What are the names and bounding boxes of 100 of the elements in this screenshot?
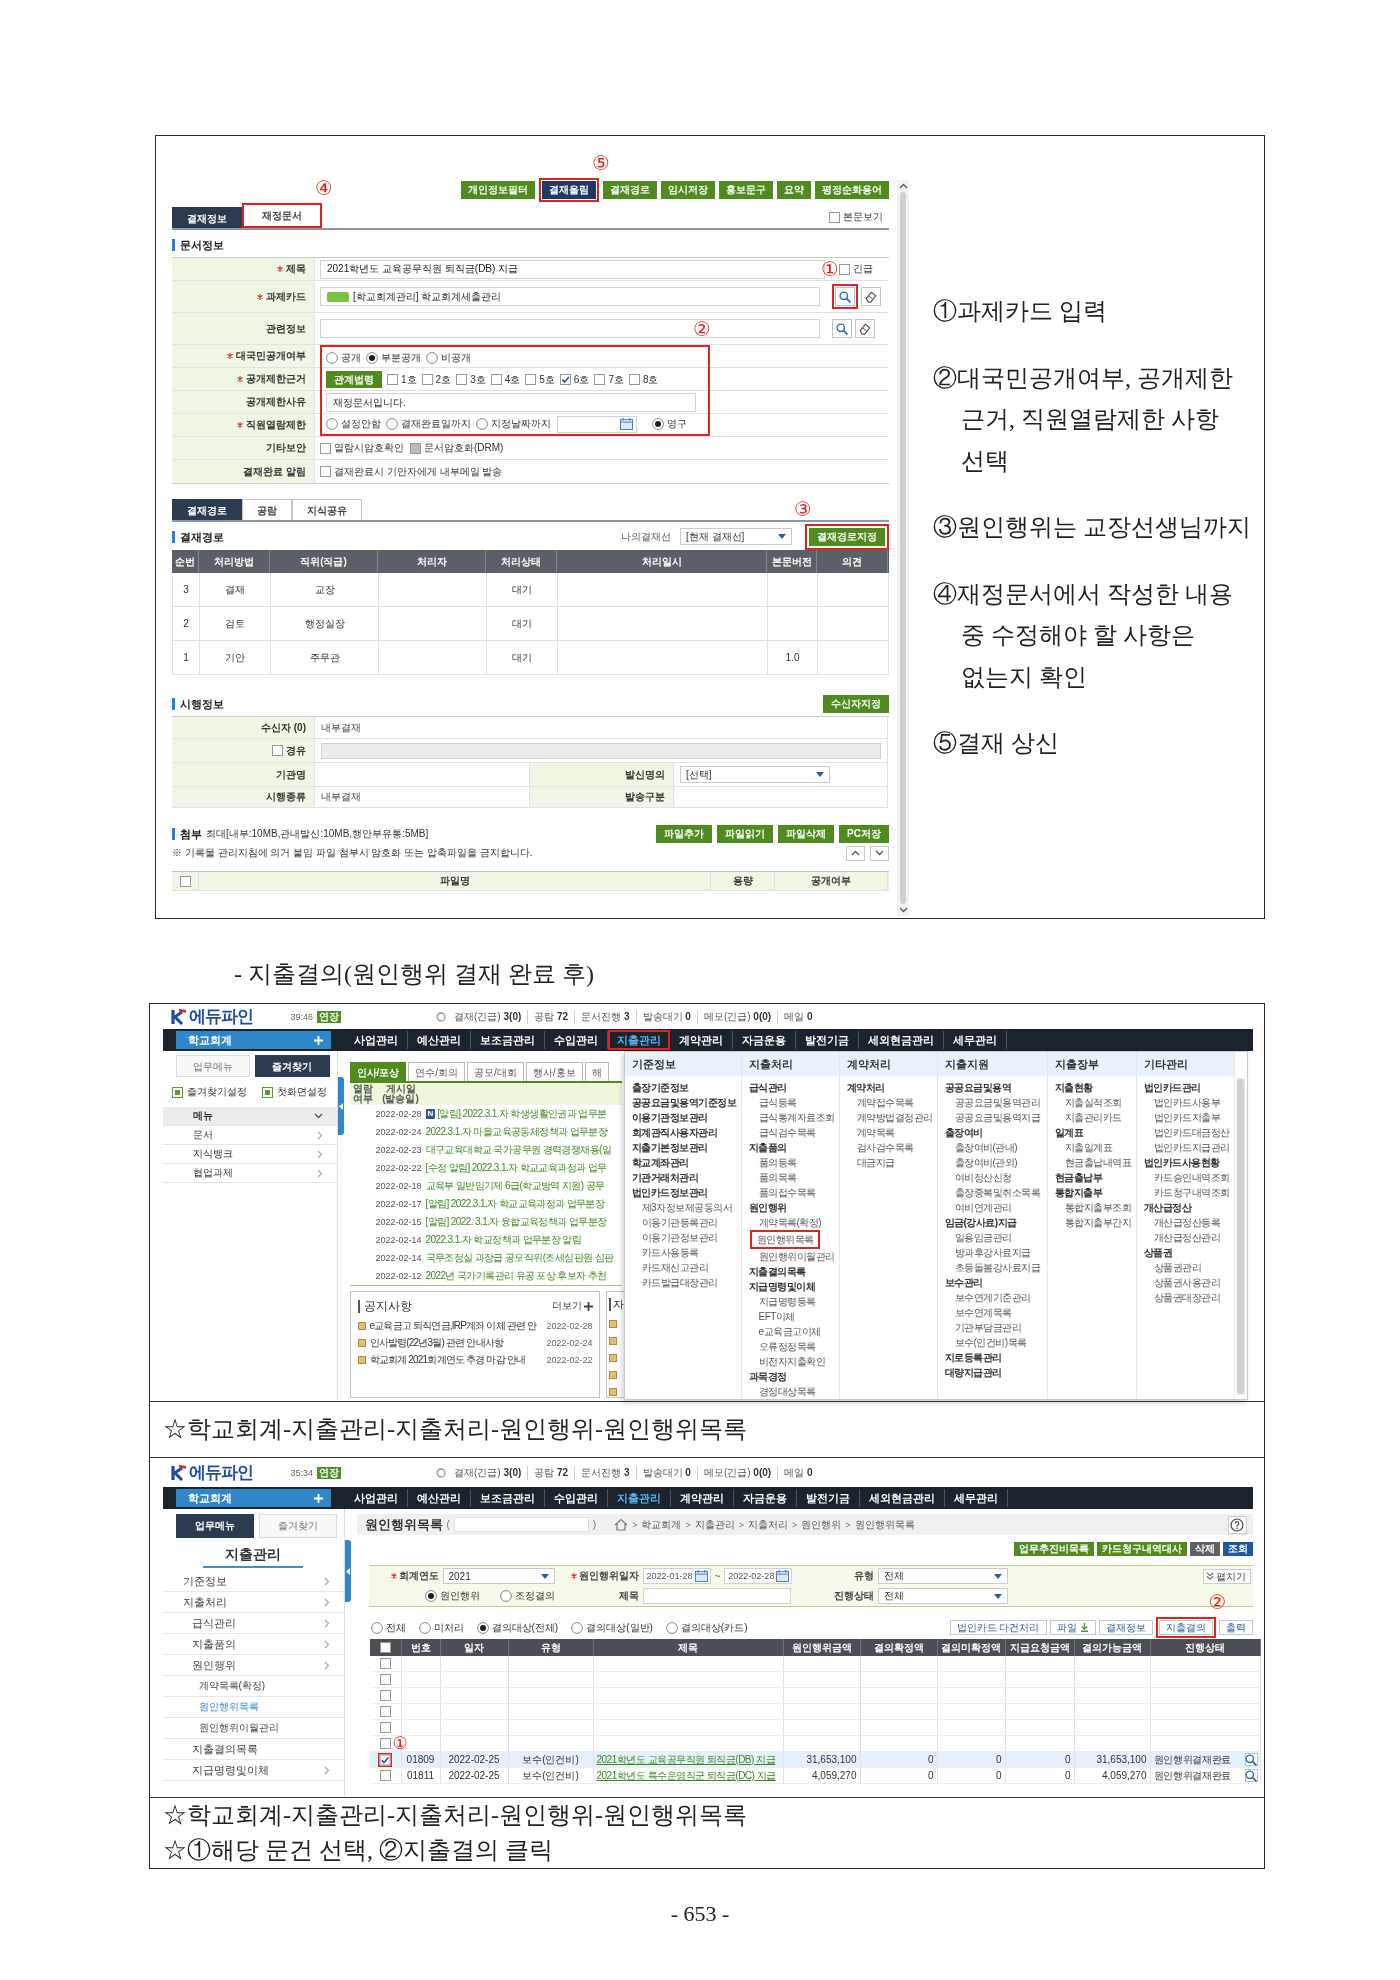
radio-button[interactable]	[476, 1621, 489, 1634]
menu-link[interactable]: 보수관리	[937, 1275, 983, 1290]
checkbox[interactable]	[559, 374, 571, 385]
checkbox[interactable]	[272, 745, 283, 756]
menu-link[interactable]: 법인카드사용부	[1136, 1095, 1220, 1110]
tab[interactable]: 공람	[242, 499, 292, 520]
radio-button[interactable]	[426, 351, 438, 364]
select-field[interactable]: 전체	[877, 1588, 1008, 1604]
nav-item[interactable]: 수입관리	[544, 1489, 608, 1507]
board-tab[interactable]: 공모/대회	[467, 1062, 524, 1081]
law-button[interactable]: 관계법령	[326, 371, 382, 388]
menu-link[interactable]: 공공요금및용역지급	[937, 1110, 1040, 1125]
action-button[interactable]: 조회	[1222, 1542, 1253, 1556]
menu-link[interactable]: 상품권	[1136, 1245, 1172, 1260]
status-item[interactable]: 메모(긴급) 0(0)	[696, 1465, 778, 1480]
menu-link[interactable]: 상품권대장관리	[1136, 1290, 1220, 1305]
menu-link[interactable]: 지출품의	[741, 1140, 787, 1155]
text-field[interactable]	[642, 1588, 791, 1604]
sidebar-tab[interactable]: 즐겨찾기	[258, 1514, 337, 1538]
recipient-button[interactable]: 수신자지정	[823, 694, 889, 713]
toolbar-button[interactable]: 결재경로	[603, 181, 657, 199]
menu-link[interactable]: 비전자지출확인	[741, 1354, 825, 1369]
radio-button[interactable]	[366, 351, 378, 364]
checkbox[interactable]	[379, 1642, 391, 1653]
menu-link[interactable]: 지출관리카드	[1047, 1110, 1122, 1125]
menu-link[interactable]: 지급명령및이체	[741, 1279, 815, 1294]
action-button[interactable]: 삭제	[1189, 1542, 1220, 1556]
lookup-field[interactable]	[320, 319, 820, 338]
more-link[interactable]: 더보기	[551, 1300, 593, 1312]
status-item[interactable]: 메모(긴급) 0(0)	[696, 1009, 778, 1024]
post-title-link[interactable]: [알림] 2022.3.1.자 학교교육과정과 업무분장	[425, 1197, 605, 1211]
radio-button[interactable]	[571, 1621, 584, 1634]
nav-item[interactable]: 보조금관리	[470, 1031, 545, 1049]
date-field[interactable]	[557, 415, 637, 433]
checkbox[interactable]	[456, 374, 468, 385]
radio-button[interactable]	[652, 418, 664, 430]
menu-link[interactable]: 통합지출부간지	[1047, 1215, 1131, 1230]
checkbox[interactable]	[379, 1706, 391, 1717]
clear-button[interactable]	[855, 319, 875, 338]
move-up-button[interactable]	[846, 845, 865, 861]
board-tab[interactable]: 연수/회의	[408, 1062, 466, 1081]
menu-link[interactable]: 기관부담금관리	[937, 1320, 1021, 1335]
menu-link[interactable]: 급식등록	[741, 1095, 797, 1110]
breadcrumb-link[interactable]: 학교회계	[641, 1517, 682, 1532]
post-title-link[interactable]: 2022.3.1.자 마을교육공동체정책과 업무분장	[425, 1125, 608, 1139]
menu-link[interactable]: 기관거래처관리	[624, 1170, 698, 1185]
checkbox[interactable]	[379, 1738, 391, 1749]
notice-link[interactable]: e교육금고 퇴직연금,IRP계좌 이체 관련 안	[369, 1318, 537, 1333]
nav-item[interactable]: 세외현금관리	[859, 1489, 945, 1507]
help-button[interactable]	[1227, 1515, 1247, 1534]
checkbox[interactable]	[421, 374, 433, 385]
status-item[interactable]: 발송대기 0	[635, 1009, 697, 1024]
sidebar-tab[interactable]: 업무메뉴	[175, 1055, 250, 1077]
menu-link[interactable]: 과목경정	[741, 1369, 787, 1384]
menu-link[interactable]: 품의접수목록	[741, 1185, 816, 1200]
menu-link[interactable]: 품의목록	[741, 1170, 797, 1185]
sidebar-tab[interactable]: 업무메뉴	[175, 1514, 254, 1538]
radio-button[interactable]	[499, 1590, 512, 1602]
nav-item[interactable]: 세무관리	[943, 1031, 1007, 1049]
nav-item[interactable]: 보조금관리	[470, 1489, 545, 1507]
menu-link[interactable]: 대금지급	[839, 1155, 895, 1170]
nav-item[interactable]: 계약관리	[670, 1489, 734, 1507]
radio-button[interactable]	[370, 1621, 383, 1634]
checkbox[interactable]	[320, 466, 331, 477]
checkbox[interactable]	[839, 263, 850, 275]
menu-link[interactable]: 지출일계표	[1047, 1140, 1112, 1155]
search-button[interactable]	[1244, 1753, 1258, 1766]
menu-link[interactable]: 카드승인내역조회	[1136, 1170, 1230, 1185]
action-button[interactable]: 카드청구내역대사	[1096, 1542, 1187, 1556]
status-item[interactable]: 문서진행 3	[574, 1009, 636, 1024]
radio-button[interactable]	[326, 418, 338, 430]
menu-link[interactable]: 임금(강사료)지급	[937, 1215, 1017, 1230]
post-title-link[interactable]: [알림] 2022. 3.1.자 융합교육정책과 업무분장	[425, 1215, 607, 1229]
logo-text[interactable]: 에듀파인	[188, 1006, 253, 1027]
notice-link[interactable]: 인사발령(22년3월) 관련 안내사항	[369, 1335, 504, 1350]
tool-button[interactable]: 출력	[1218, 1620, 1253, 1635]
file-button[interactable]: PC저장	[839, 825, 889, 843]
menu-link[interactable]: 품의등록	[741, 1155, 797, 1170]
status-item[interactable]: 메일 0	[777, 1465, 819, 1480]
tool-button[interactable]: 파일	[1049, 1620, 1096, 1635]
select-field[interactable]: 전체	[877, 1568, 1008, 1584]
menu-link[interactable]: 방과후강사료지급	[937, 1245, 1031, 1260]
status-item[interactable]: 발송대기 0	[635, 1465, 697, 1480]
menu-link[interactable]: 공공요금및용역	[937, 1080, 1011, 1095]
breadcrumb-link[interactable]: 원인행위목록	[854, 1517, 915, 1532]
menu-link[interactable]: 계약접수목록	[839, 1095, 914, 1110]
menu-link[interactable]: 카드재신고관리	[624, 1260, 708, 1275]
menu-link[interactable]: 여비정산신청	[937, 1170, 1012, 1185]
menu-link[interactable]: 개산급정산	[1136, 1200, 1191, 1215]
menu-link[interactable]: 제3자정보제공동의서	[624, 1200, 733, 1215]
checkbox[interactable]	[379, 1690, 391, 1701]
checkbox[interactable]	[320, 442, 331, 454]
menu-link[interactable]: 지출결의목록	[741, 1264, 806, 1279]
menu-link[interactable]: 검사검수목록	[839, 1140, 914, 1155]
breadcrumb-link[interactable]: 원인행위	[801, 1517, 842, 1532]
menu-link[interactable]: 급식관리	[741, 1080, 787, 1095]
checkbox[interactable]	[387, 374, 398, 385]
menu-link[interactable]: 법인카드대금정산	[1136, 1125, 1230, 1140]
menu-link[interactable]: 카드발급대장관리	[624, 1275, 718, 1290]
checkbox[interactable]	[379, 1674, 391, 1685]
